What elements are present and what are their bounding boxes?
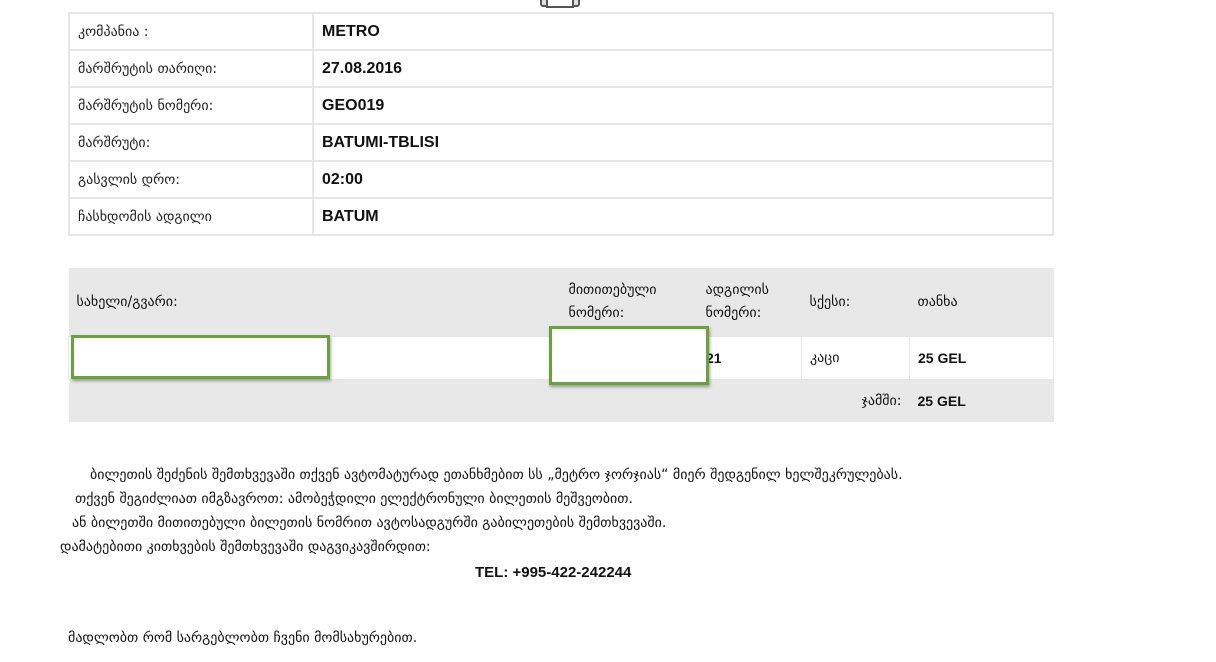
note-travel-option-1: თქვენ შეგიძლიათ იმგზავროთ: ამობეჭდილი ელ… xyxy=(75,491,633,507)
note-travel-option-2: ან ბილეთში მითითებული ბილეთის ნომრით ავტ… xyxy=(72,515,667,531)
thank-you-message: მადლობთ რომ სარგებლობთ ჩვენი მომსახურები… xyxy=(68,630,418,646)
ticket-number-header-line1: მითითებული xyxy=(568,282,657,298)
company-value: METRO xyxy=(312,12,1054,51)
note-agreement: ბილეთის შეძენის შემთხვევაში თქვენ ავტომა… xyxy=(90,467,903,483)
note-contact: დამატებითი კითხვების შემთხვევაში დაგვიკა… xyxy=(60,539,431,555)
gender-header: სქესი: xyxy=(801,268,910,337)
departure-row: გასვლის დრო: 02:00 xyxy=(68,160,1054,199)
name-header: სახელი/გვარი: xyxy=(68,268,561,337)
route-number-label: მარშრუტის ნომერი: xyxy=(68,86,314,125)
ticket-page: კომპანია : METRO მარშრუტის თარიღი: 27.08… xyxy=(0,0,1216,662)
total-row: ჯამში: 25 GEL xyxy=(68,379,1054,422)
route-value: BATUMI-TBLISI xyxy=(312,123,1054,162)
boarding-value: BATUM xyxy=(312,197,1054,236)
ticket-number-redaction-box xyxy=(549,326,709,385)
route-label: მარშრუტი: xyxy=(68,123,314,162)
total-label: ჯამში: xyxy=(68,379,910,422)
amount-header: თანხა xyxy=(909,268,1054,337)
passenger-name-redaction-box xyxy=(71,335,330,379)
seat-header-line2: ნომერი: xyxy=(705,305,762,321)
route-info-table: კომპანია : METRO მარშრუტის თარიღი: 27.08… xyxy=(68,12,1054,236)
seat-header: ადგილის ნომერი: xyxy=(697,268,802,337)
printer-icon[interactable] xyxy=(535,0,585,10)
seat-cell: 21 xyxy=(697,336,802,380)
amount-cell: 25 GEL xyxy=(909,336,1054,380)
ticket-notes: ბილეთის შეძენის შემთხვევაში თქვენ ავტომა… xyxy=(60,463,903,559)
route-row: მარშრუტი: BATUMI-TBLISI xyxy=(68,123,1054,162)
ticket-number-header-line2: ნომერი: xyxy=(568,305,625,321)
contact-phone: TEL: +995-422-242244 xyxy=(475,564,632,581)
boarding-row: ჩასხდომის ადგილი BATUM xyxy=(68,197,1054,236)
boarding-label: ჩასხდომის ადგილი xyxy=(68,197,314,236)
departure-value: 02:00 xyxy=(312,160,1054,199)
departure-label: გასვლის დრო: xyxy=(68,160,314,199)
seat-header-line1: ადგილის xyxy=(705,282,769,298)
gender-cell: კაცი xyxy=(801,336,910,380)
total-value: 25 GEL xyxy=(909,379,1054,422)
route-date-row: მარშრუტის თარიღი: 27.08.2016 xyxy=(68,49,1054,88)
company-row: კომპანია : METRO xyxy=(68,12,1054,51)
route-number-value: GEO019 xyxy=(312,86,1054,125)
company-label: კომპანია : xyxy=(68,12,314,51)
route-date-label: მარშრუტის თარიღი: xyxy=(68,49,314,88)
route-number-row: მარშრუტის ნომერი: GEO019 xyxy=(68,86,1054,125)
route-date-value: 27.08.2016 xyxy=(312,49,1054,88)
